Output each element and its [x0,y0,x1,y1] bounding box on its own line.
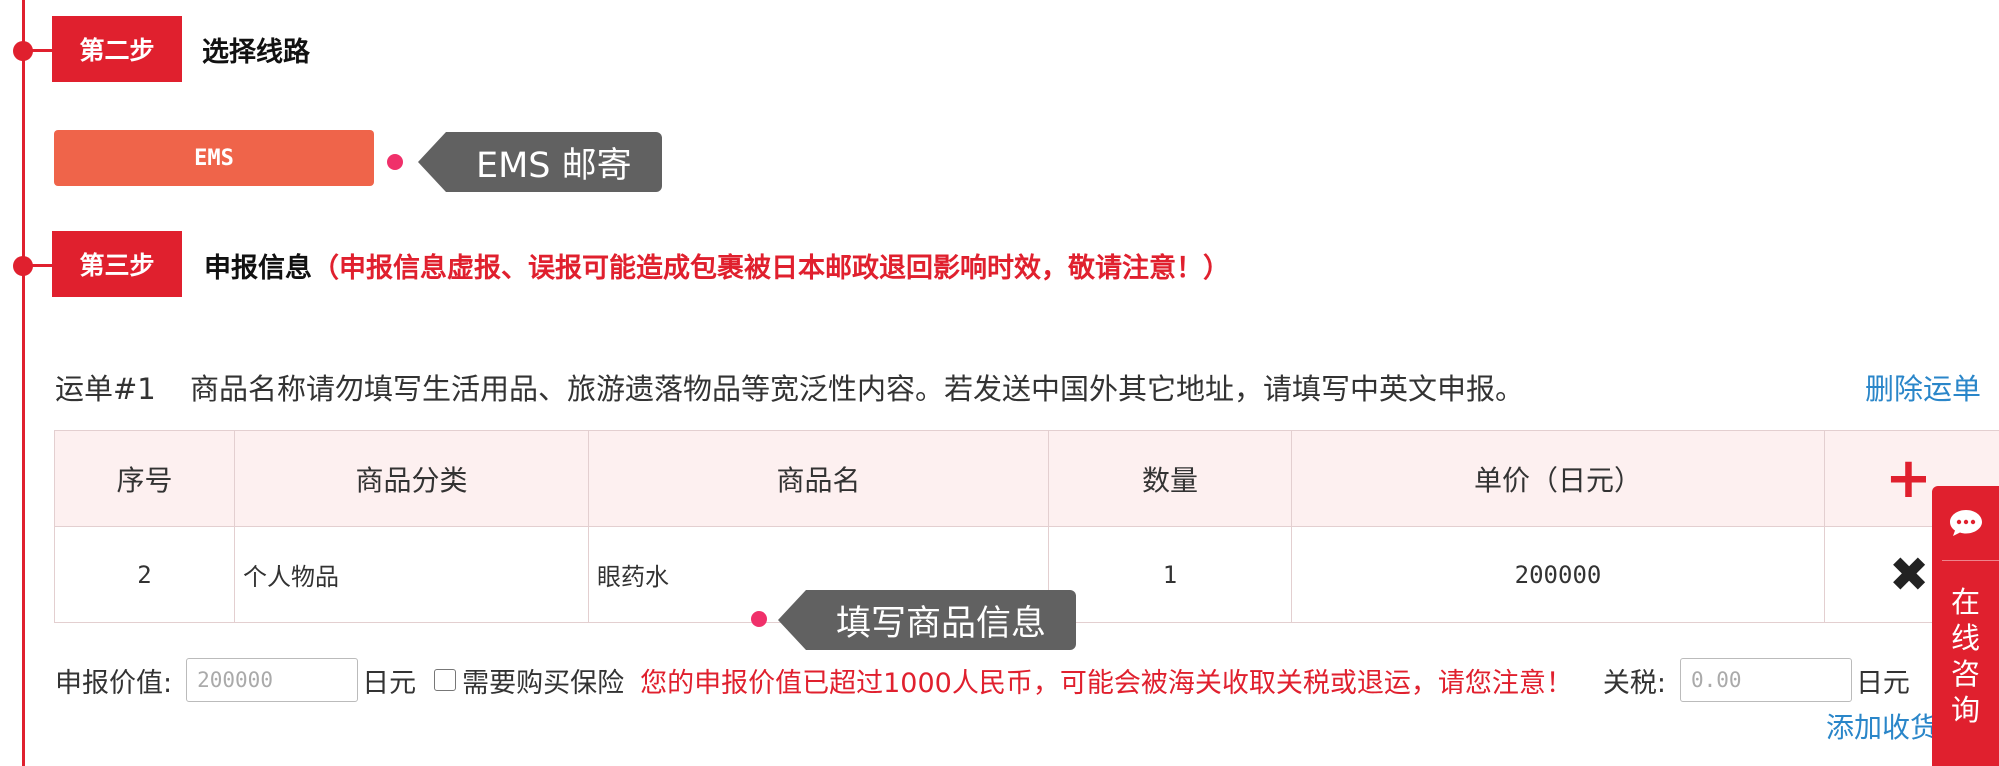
declaration-row: 申报价值: 200000 日元 需要购买保险 您的申报价值已超过1000人民币，… [55,655,1910,705]
header-name: 商品名 [588,430,1049,527]
route-tooltip-text: EMS 邮寄 [476,145,632,186]
cell-index: 2 [54,526,235,623]
cross-icon[interactable]: ✖ [1889,547,1929,603]
route-ems-button[interactable]: EMS [54,130,374,186]
timeline-connector-step2 [24,49,54,52]
cell-category[interactable]: 个人物品 [234,526,589,623]
plus-icon[interactable]: + [1885,446,1932,511]
step2-title: 选择线路 [202,37,310,68]
chat-icon [1950,510,1982,536]
header-category: 商品分类 [234,430,589,527]
add-address-link[interactable]: 添加收货 [1826,706,1938,746]
waybill-label: 运单#1 [55,372,156,406]
step3-title: 申报信息 [204,253,312,284]
cell-quantity[interactable]: 1 [1048,526,1292,623]
cell-price[interactable]: 200000 [1291,526,1825,623]
step3-heading: 申报信息（申报信息虚报、误报可能造成包裹被日本邮政退回影响时效，敬请注意！） [204,246,1230,285]
customs-warning: 您的申报价值已超过1000人民币，可能会被海关收取关税或退运，请您注意！ [640,667,1573,699]
timeline-connector-step3 [24,264,54,267]
item-tooltip: 填写商品信息 [777,590,1077,650]
declared-value-label: 申报价值: [55,667,173,699]
item-tooltip-text: 填写商品信息 [836,603,1047,644]
header-quantity: 数量 [1048,430,1292,527]
route-tip-marker [387,154,403,170]
waybill-note: 商品名称请勿填写生活用品、旅游遗落物品等宽泛性内容。若发送中国外其它地址，请填写… [190,372,1525,406]
step3-warning: （申报信息虚报、误报可能造成包裹被日本邮政退回影响时效，敬请注意！） [312,253,1230,284]
declared-value-input[interactable]: 200000 [186,658,359,702]
table-header-row: 序号 商品分类 商品名 数量 单价（日元） + [54,430,1999,527]
consult-divider [1942,560,1999,561]
header-index: 序号 [54,430,235,527]
delete-waybill-link[interactable]: 删除运单 [1865,366,1981,408]
route-tooltip: EMS 邮寄 [418,132,662,192]
online-consult-button[interactable]: 在线咨询 [1932,486,1999,766]
consult-label: 在线咨询 [1950,585,1980,727]
header-price: 单价（日元） [1291,430,1825,527]
item-tip-marker [751,611,767,627]
step3-badge: 第三步 [52,231,182,297]
timeline-line [22,0,25,766]
step2-badge: 第二步 [52,16,182,82]
insurance-label: 需要购买保险 [462,667,625,699]
tariff-label: 关税: [1602,667,1666,699]
insurance-checkbox[interactable] [434,669,457,691]
tariff-input[interactable]: 0.00 [1679,658,1852,702]
tariff-currency: 日元 [1855,667,1910,699]
declared-value-currency: 日元 [362,667,417,699]
